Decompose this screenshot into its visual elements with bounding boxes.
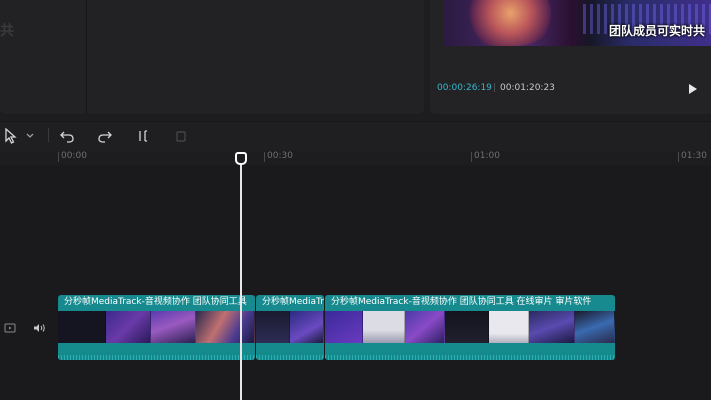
timecode-separator: | [493, 83, 497, 93]
editor-window: 共 团队成员可实时共 00:00:26:19 | 00:01:20:23 00:… [0, 0, 711, 400]
video-clip-2[interactable]: 分秒帧MediaTrack [256, 295, 324, 360]
delete-icon [172, 127, 190, 145]
split-icon[interactable] [134, 127, 152, 145]
play-icon[interactable] [687, 81, 699, 95]
undo-icon[interactable] [58, 127, 76, 145]
ruler-label-30: 00:30 [267, 151, 293, 161]
ruler-tick [471, 152, 472, 162]
select-cursor-icon[interactable] [2, 127, 20, 145]
playhead-line[interactable] [240, 162, 242, 400]
ruler-label-90: 01:30 [681, 151, 707, 161]
media-panel: 共 [0, 0, 424, 114]
video-clip-3[interactable]: 分秒帧MediaTrack-音视频协作 团队协同工具 在线审片 审片软件 [325, 295, 615, 360]
ruler-tick [264, 152, 265, 162]
clip-title: 分秒帧MediaTrack-音视频协作 团队协同工具 [64, 297, 247, 307]
clip-title: 分秒帧MediaTrack-音视频协作 团队协同工具 在线审片 审片软件 [331, 297, 592, 307]
preview-person [461, 0, 551, 46]
clip-audio-waveform [58, 346, 255, 360]
clip-audio-waveform [256, 346, 324, 360]
ruler-tick [58, 152, 59, 162]
clip-thumbnails [325, 311, 615, 343]
toolbar-divider [48, 128, 49, 142]
clip-thumbnails [256, 311, 324, 343]
chevron-down-icon[interactable] [22, 127, 38, 145]
clip-thumbnails [58, 311, 255, 343]
current-timecode: 00:00:26:19 [437, 83, 492, 93]
panel-edge-text: 共 [0, 23, 14, 39]
ruler-label-60: 01:00 [474, 151, 500, 161]
timeline-tracks[interactable] [0, 165, 711, 400]
time-ruler[interactable] [0, 151, 711, 165]
ruler-tick [678, 152, 679, 162]
clip-audio-waveform [325, 346, 615, 360]
audio-volume-icon[interactable] [33, 322, 47, 334]
video-preview[interactable]: 团队成员可实时共 [443, 0, 711, 46]
ruler-label-0: 00:00 [61, 151, 87, 161]
player-panel: 团队成员可实时共 00:00:26:19 | 00:01:20:23 [430, 0, 711, 114]
playhead-handle[interactable] [235, 152, 247, 165]
total-duration: 00:01:20:23 [500, 83, 555, 93]
panel-divider [86, 0, 87, 114]
video-track-icon[interactable] [3, 322, 17, 334]
video-clip-1[interactable]: 分秒帧MediaTrack-音视频协作 团队协同工具 [58, 295, 255, 360]
redo-icon[interactable] [96, 127, 114, 145]
clip-title: 分秒帧MediaTrack [262, 297, 324, 307]
preview-subtitle: 团队成员可实时共 [609, 24, 706, 38]
